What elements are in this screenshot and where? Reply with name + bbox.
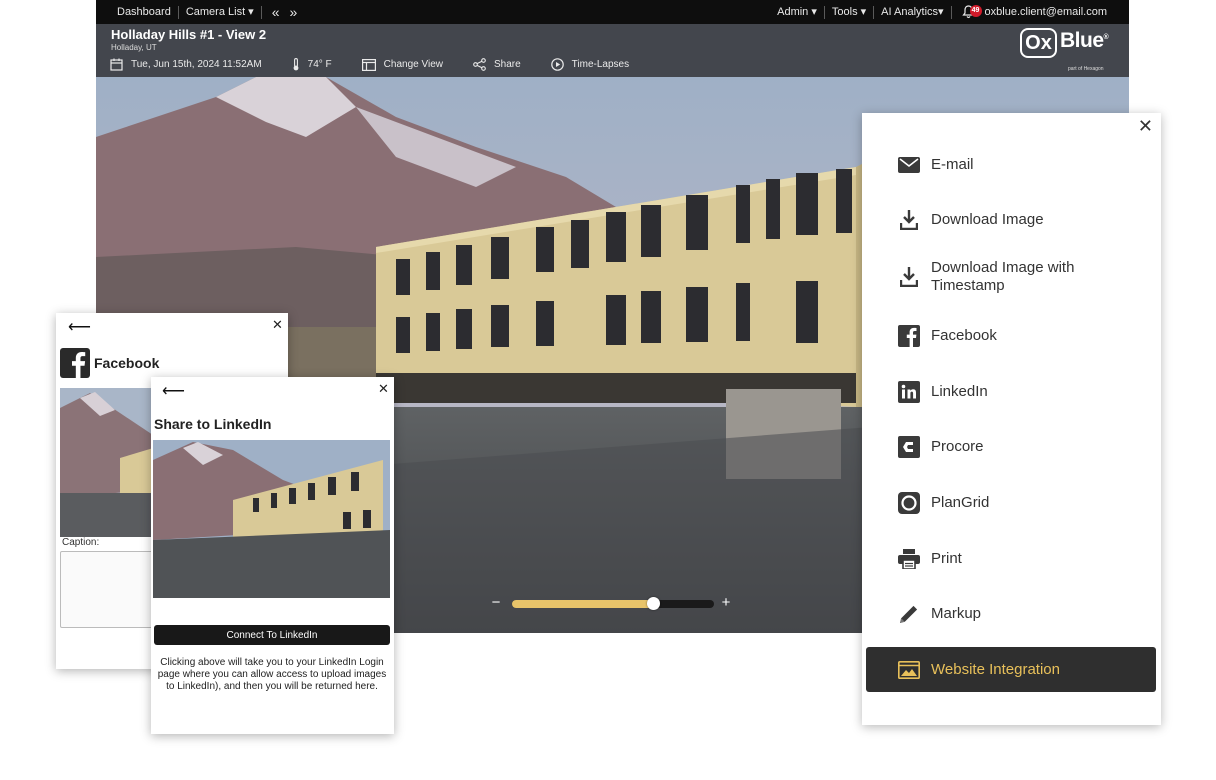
oxblue-logo: Ox Blue® part of Hexagon xyxy=(1020,28,1115,74)
share-linkedin[interactable]: LinkedIn xyxy=(898,381,1138,403)
camera-location: Holladay, UT xyxy=(111,43,157,52)
share-menu: ✕ E-mail Download Image Download Image w… xyxy=(862,113,1161,725)
nav-admin[interactable]: Admin ▾ xyxy=(770,0,824,24)
share-plangrid-label: PlanGrid xyxy=(931,494,990,511)
zoom-slider-handle[interactable] xyxy=(647,597,661,610)
procore-icon xyxy=(898,436,920,458)
temperature-readout: 74° F xyxy=(292,58,332,71)
user-email-menu[interactable]: oxblue.client@email.com xyxy=(983,0,1114,24)
layout-icon xyxy=(361,58,376,71)
share-website-integration[interactable]: Website Integration xyxy=(866,647,1156,692)
zoom-slider-fill xyxy=(512,600,654,608)
linkedin-help-text: Clicking above will take you to your Lin… xyxy=(157,657,387,692)
nav-ai-analytics[interactable]: AI Analytics▾ xyxy=(874,0,950,24)
facebook-icon xyxy=(898,325,920,347)
nav-camera-list[interactable]: Camera List ▾ xyxy=(179,0,261,24)
linkedin-icon xyxy=(898,381,920,403)
share-icon xyxy=(473,58,486,71)
share-plangrid[interactable]: PlanGrid xyxy=(898,492,1138,514)
notifications-button[interactable]: 49 xyxy=(952,5,983,19)
zoom-control: − + xyxy=(488,594,736,614)
share-button[interactable]: Share xyxy=(473,58,521,71)
datetime-label: Tue, Jun 15th, 2024 11:52AM xyxy=(131,59,262,70)
share-download-image-timestamp-label: Download Image with Timestamp xyxy=(931,259,1075,294)
download-icon xyxy=(898,209,920,231)
time-lapses-button[interactable]: Time-Lapses xyxy=(550,58,630,71)
change-view-label: Change View xyxy=(383,59,443,70)
back-icon[interactable]: ⟵ xyxy=(68,317,91,337)
website-icon xyxy=(898,659,920,681)
logo-wordmark: Blue® xyxy=(1060,29,1109,52)
share-print-label: Print xyxy=(931,550,962,567)
share-linkedin-label: LinkedIn xyxy=(931,383,988,400)
linkedin-share-dialog: ⟵ ✕ Share to LinkedIn Connect To LinkedI… xyxy=(151,377,394,734)
previous-camera-button[interactable]: « xyxy=(268,1,284,23)
thermometer-icon xyxy=(293,58,299,71)
logo-subtext: part of Hexagon xyxy=(1068,66,1104,72)
page: Dashboard Camera List ▾ « » Admin ▾ Tool… xyxy=(0,0,1216,780)
website-integration-label: Website Integration xyxy=(931,661,1060,678)
share-label: Share xyxy=(493,59,521,70)
zoom-in-button[interactable]: + xyxy=(718,594,734,614)
plangrid-icon xyxy=(898,492,920,514)
change-view-button[interactable]: Change View xyxy=(361,58,443,71)
logo-box-text: Ox xyxy=(1020,28,1057,58)
capture-datetime[interactable]: Tue, Jun 15th, 2024 11:52AM xyxy=(110,58,262,71)
share-email-label: E-mail xyxy=(931,156,974,173)
share-facebook[interactable]: Facebook xyxy=(898,325,1138,347)
share-print[interactable]: Print xyxy=(898,548,1138,570)
share-email[interactable]: E-mail xyxy=(898,154,1138,176)
nav-dashboard[interactable]: Dashboard xyxy=(110,0,178,24)
temperature-label: 74° F xyxy=(307,59,332,70)
nav-tools[interactable]: Tools ▾ xyxy=(825,0,873,24)
facebook-dialog-title: Facebook xyxy=(94,355,160,371)
connect-linkedin-button[interactable]: Connect To LinkedIn xyxy=(154,625,390,645)
share-download-image-label: Download Image xyxy=(931,211,1044,228)
back-icon[interactable]: ⟵ xyxy=(162,381,185,401)
notification-badge: 49 xyxy=(969,5,982,17)
zoom-slider[interactable] xyxy=(512,597,714,610)
share-procore[interactable]: Procore xyxy=(898,436,1138,458)
caption-label: Caption: xyxy=(62,537,100,548)
nav-divider xyxy=(260,5,262,19)
share-markup-label: Markup xyxy=(931,605,982,622)
calendar-icon xyxy=(110,58,123,71)
facebook-icon xyxy=(60,348,90,378)
share-download-image-timestamp[interactable]: Download Image with Timestamp xyxy=(898,259,1138,295)
linkedin-dialog-title: Share to LinkedIn xyxy=(154,416,272,432)
pencil-icon xyxy=(898,603,920,625)
printer-icon xyxy=(898,548,920,570)
linkedin-image-preview xyxy=(153,440,390,598)
close-icon[interactable]: ✕ xyxy=(1138,117,1153,135)
camera-toolbar: Tue, Jun 15th, 2024 11:52AM 74° F Change… xyxy=(110,58,659,71)
camera-header: Holladay Hills #1 - View 2 Holladay, UT … xyxy=(96,24,1129,77)
next-camera-button[interactable]: » xyxy=(286,1,302,23)
camera-title: Holladay Hills #1 - View 2 xyxy=(111,27,267,42)
share-facebook-label: Facebook xyxy=(931,327,997,344)
share-markup[interactable]: Markup xyxy=(898,603,1138,625)
share-procore-label: Procore xyxy=(931,438,984,455)
download-icon xyxy=(898,266,920,288)
zoom-out-button[interactable]: − xyxy=(488,594,504,614)
envelope-icon xyxy=(898,154,920,176)
top-navigation: Dashboard Camera List ▾ « » Admin ▾ Tool… xyxy=(96,0,1129,24)
play-circle-icon xyxy=(550,58,564,71)
share-download-image[interactable]: Download Image xyxy=(898,209,1138,231)
close-icon[interactable]: ✕ xyxy=(272,317,283,333)
close-icon[interactable]: ✕ xyxy=(378,381,389,397)
time-lapses-label: Time-Lapses xyxy=(571,59,630,70)
